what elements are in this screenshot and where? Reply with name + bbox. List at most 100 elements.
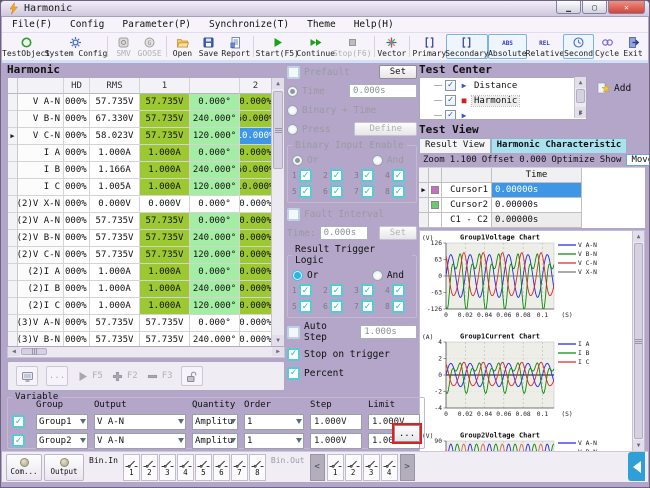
cell-rms[interactable]: 1.000A [90,145,140,162]
row-name[interactable]: V A-N [18,94,64,111]
cell-phase[interactable]: 0.000° [190,213,240,230]
remove-f3-button[interactable]: F3 [146,370,173,383]
cursor-time-value[interactable]: 0.00000s [492,183,582,198]
cell-phase[interactable]: 120.000° [190,247,240,264]
bin-in-switch-6[interactable]: 6 [213,454,230,481]
row-name[interactable]: (2)V B-N [18,230,64,247]
bin-out-prev-button[interactable]: < [310,454,325,481]
cell-percent[interactable]: 0.000% [240,94,272,111]
bie-checkbox-4[interactable]: ✓ [392,169,405,182]
bie-checkbox-3[interactable]: ✓ [361,169,374,182]
scroll-down-icon[interactable]: ▼ [272,335,284,346]
toolbar-button-continue[interactable]: Continue [297,33,334,60]
quantity-select[interactable]: Amplitu [192,414,238,430]
group-select[interactable]: Group2 [36,433,88,449]
cell-hd[interactable]: 000% [64,230,90,247]
variable-more-button[interactable]: ... [394,425,420,442]
cell-phase[interactable]: 0.000° [190,196,240,213]
add-f2-button[interactable]: F2 [111,370,138,383]
toolbar-button-primary[interactable]: Primary [413,33,446,60]
toolbar-button-secondary[interactable]: Secondary [446,34,488,59]
scroll-left-icon[interactable]: ◀ [8,347,20,356]
cell-percent[interactable]: 0.000% [240,247,272,264]
group-select[interactable]: Group1 [36,414,88,430]
row-name[interactable]: I C [18,179,64,196]
cell-phase[interactable]: 120.000° [190,179,240,196]
optimize-button[interactable]: Optimize [551,155,594,165]
cell-magnitude[interactable]: 57.735V [140,94,190,111]
tree-scroll-thumb[interactable] [576,89,585,103]
tree-checkbox[interactable]: ✓ [445,95,456,106]
toolbar-button-save[interactable]: Save [195,33,221,60]
move-button[interactable]: Move [626,154,650,166]
cell-hd[interactable]: 000% [64,196,90,213]
cell-magnitude[interactable]: 1.000A [140,162,190,179]
tree-item-distance[interactable]: ✓▶Distance [420,78,586,93]
cell-hd[interactable]: 000% [64,111,90,128]
run-f5-button[interactable]: F5 [76,370,103,383]
step-input[interactable]: 1.000V [310,433,362,449]
row-name[interactable]: (3)V B-N [18,332,64,347]
toolbar-button-exit[interactable]: Exit [620,33,646,60]
cell-hd[interactable]: 000% [64,315,90,332]
bie-checkbox-7[interactable]: ✓ [361,185,374,198]
charts-scrollbar[interactable]: ▲ ▼ [632,231,644,451]
prefault-set-button[interactable]: Set [379,65,417,79]
row-name[interactable]: (2)I C [18,298,64,315]
cell-percent[interactable]: 0.000% [240,298,272,315]
row-name[interactable]: (2)V C-N [18,247,64,264]
bin-out-switch-2[interactable]: 2 [345,454,362,481]
toolbar-button-smv[interactable]: SMV [111,33,137,60]
tree-scroll-up-icon[interactable]: ▲ [575,77,586,88]
define-button[interactable]: Define [354,122,417,136]
cell-rms[interactable]: 1.166A [90,162,140,179]
dots-button[interactable]: ... [46,366,68,386]
row-name[interactable]: I B [18,162,64,179]
zoom-value[interactable]: 1.100 [450,155,477,165]
cell-phase[interactable]: 120.000° [190,128,240,145]
rtl-checkbox-7[interactable]: ✓ [361,300,374,313]
bie-or-radio[interactable] [292,155,303,166]
minimize-button[interactable]: ▁ [556,1,581,14]
cell-phase[interactable]: 0.000° [190,315,240,332]
row-name[interactable]: (2)I A [18,264,64,281]
cell-magnitude[interactable]: 1.000A [140,264,190,281]
menu-item-config[interactable]: Config [70,19,104,30]
cell-magnitude[interactable]: 57.735V [140,315,190,332]
cell-percent[interactable]: 10.000% [240,179,272,196]
cell-rms[interactable]: 1.000A [90,281,140,298]
hscrollbar-thumb[interactable] [21,348,47,355]
cell-magnitude[interactable]: 57.735V [140,230,190,247]
row-name[interactable]: (2)V A-N [18,213,64,230]
toolbar-button-vector[interactable]: Vector [377,33,406,60]
bin-in-switch-2[interactable]: 2 [141,454,158,481]
menu-item-help-h[interactable]: Help(H) [354,19,394,30]
com-button[interactable]: Com... [6,454,42,481]
tree-checkbox[interactable]: ✓ [445,110,456,120]
cell-phase[interactable]: 240.000° [190,332,240,347]
fault-set-button[interactable]: Set [379,226,417,240]
cell-rms[interactable]: 1.000A [90,264,140,281]
toolbar-button-testobject[interactable]: TestObject [4,33,48,60]
scroll-up-icon[interactable]: ▲ [272,78,284,89]
step-input[interactable]: 1.000V [310,414,362,430]
cell-percent[interactable]: 10.000% [240,128,272,145]
cell-hd[interactable]: 000% [64,179,90,196]
bin-out-switch-3[interactable]: 3 [363,454,380,481]
cell-magnitude[interactable]: 1.000A [140,179,190,196]
bie-checkbox-8[interactable]: ✓ [392,185,405,198]
cursor-time-value[interactable]: 0.00000s [492,198,582,213]
toolbar-button-stop-f6[interactable]: Stop(F6) [334,33,371,60]
toolbar-button-start-f5[interactable]: Start(F5) [257,33,297,60]
time-field[interactable]: 0.000s [349,84,417,98]
cell-rms[interactable]: 57.735V [90,94,140,111]
cell-phase[interactable]: 120.000° [190,298,240,315]
bie-and-radio[interactable] [372,155,383,166]
cell-percent[interactable]: 0.000% [240,315,272,332]
cell-percent[interactable]: 0.000% [240,264,272,281]
auto-step-checkbox[interactable]: ✓ [287,326,300,339]
cell-rms[interactable]: 57.735V [90,247,140,264]
row-name[interactable]: V C-N [18,128,64,145]
cell-percent[interactable]: 0.000% [240,230,272,247]
monitor-button[interactable] [16,366,38,386]
